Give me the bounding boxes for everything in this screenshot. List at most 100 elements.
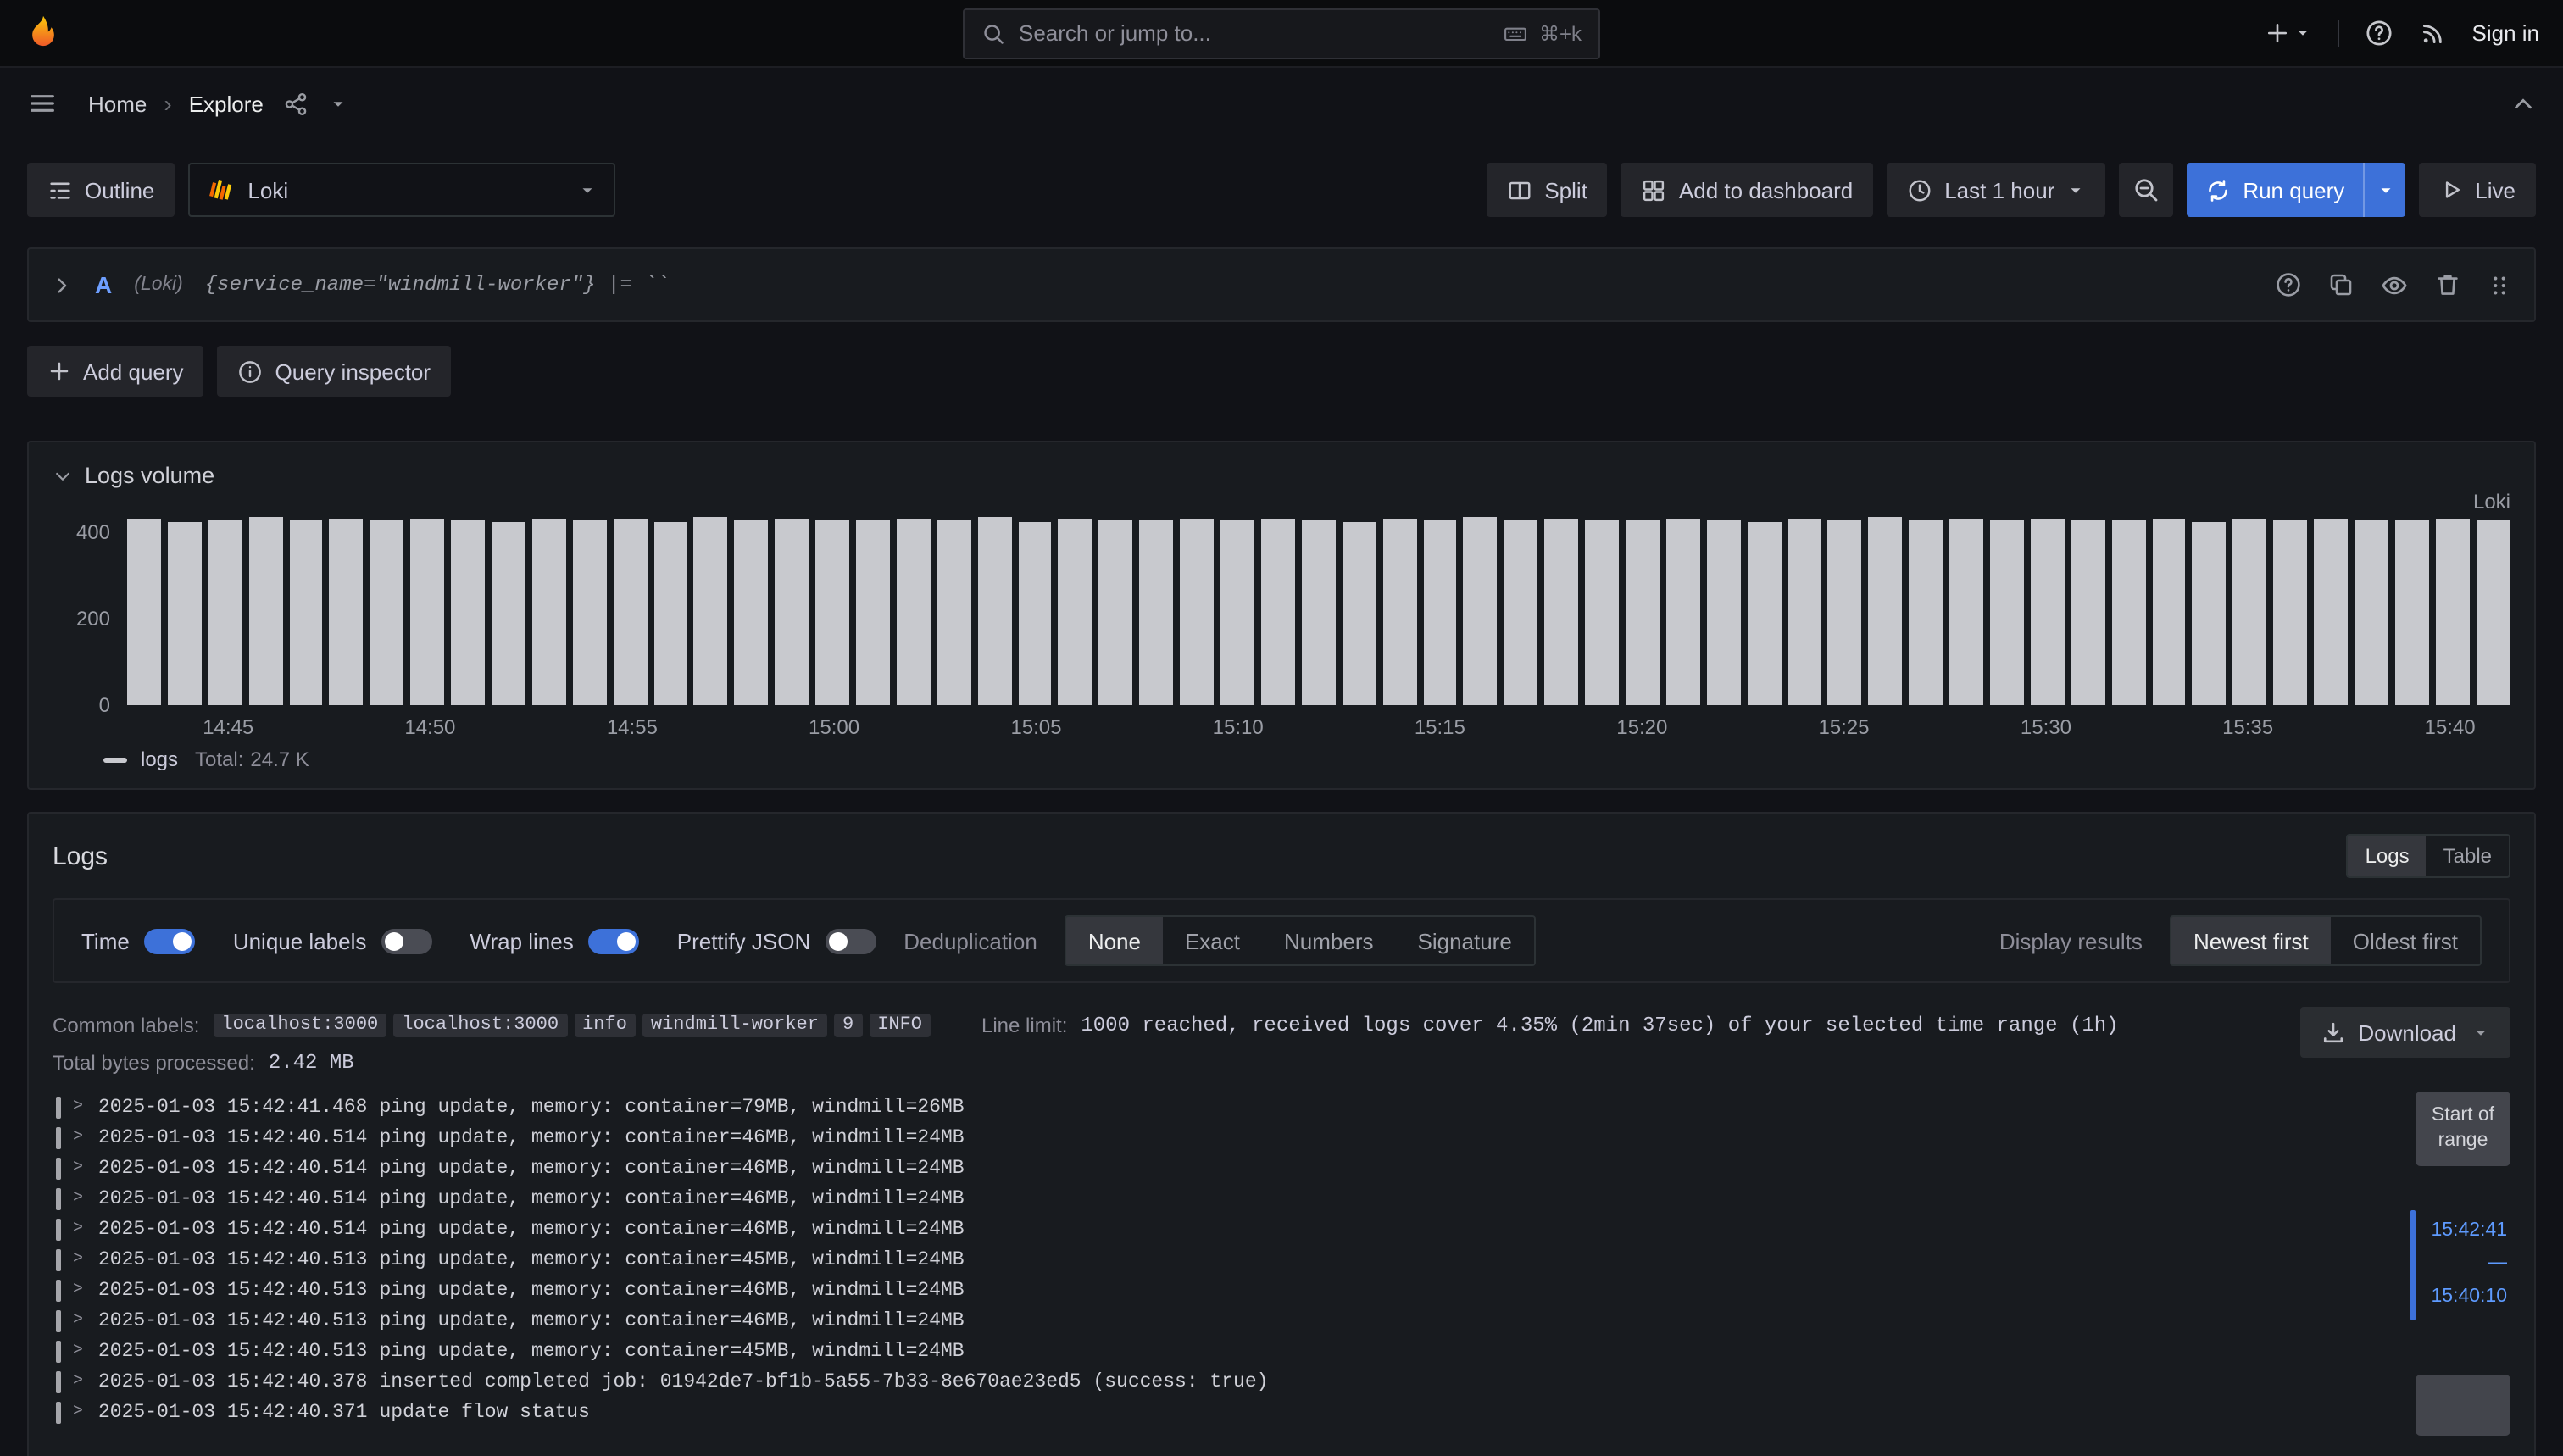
volume-bar (977, 517, 1011, 705)
option-logs[interactable]: Logs (2349, 836, 2427, 876)
breadcrumb-caret-button[interactable] (330, 94, 348, 113)
expand-log-icon[interactable]: > (73, 1403, 86, 1421)
split-label: Split (1544, 177, 1587, 203)
outline-button[interactable]: Outline (27, 163, 175, 217)
toggle[interactable] (589, 928, 640, 953)
option-table[interactable]: Table (2427, 836, 2509, 876)
scroll-range-button[interactable] (2416, 1374, 2510, 1435)
volume-bar (1666, 518, 1700, 705)
split-button[interactable]: Split (1487, 163, 1608, 217)
volume-bar (2071, 520, 2105, 705)
log-level-indicator (56, 1401, 61, 1423)
collapse-section-icon[interactable] (53, 465, 73, 486)
expand-log-icon[interactable]: > (73, 1189, 86, 1208)
download-button[interactable]: Download (2300, 1007, 2510, 1058)
log-row[interactable]: >2025-01-03 15:42:40.378inserted complet… (53, 1366, 2388, 1397)
duplicate-query-icon[interactable] (2327, 271, 2355, 298)
zoom-out-button[interactable] (2119, 163, 2173, 217)
toggle[interactable] (826, 928, 876, 953)
log-row[interactable]: >2025-01-03 15:42:40.514ping update, mem… (53, 1214, 2388, 1244)
logs-controls: TimeUnique labelsWrap linesPrettify JSON… (53, 898, 2510, 983)
volume-bar (208, 520, 242, 705)
rss-icon (2420, 19, 2447, 47)
grafana-logo[interactable] (24, 14, 63, 53)
expand-log-icon[interactable]: > (73, 1281, 86, 1299)
add-query-button[interactable]: Add query (27, 346, 204, 397)
time-range-button[interactable]: Last 1 hour (1887, 163, 2105, 217)
chevron-down-icon (2471, 1023, 2490, 1042)
live-button[interactable]: Live (2419, 163, 2536, 217)
option-newest-first[interactable]: Newest first (2171, 917, 2331, 964)
run-query-label: Run query (2243, 177, 2344, 203)
toggle-knob (618, 931, 637, 950)
menu-toggle-button[interactable] (27, 88, 58, 119)
volume-bar (1018, 521, 1052, 705)
new-menu-button[interactable] (2266, 20, 2313, 46)
top-navigation: Search or jump to... ⌘+k Sign in (0, 0, 2563, 68)
log-row[interactable]: >2025-01-03 15:42:40.513ping update, mem… (53, 1275, 2388, 1305)
log-row[interactable]: >2025-01-03 15:42:40.514ping update, mem… (53, 1122, 2388, 1153)
expand-query-icon[interactable] (51, 274, 73, 296)
volume-bar (1220, 521, 1254, 705)
range-separator: — (2431, 1248, 2507, 1281)
add-to-dashboard-button[interactable]: Add to dashboard (1621, 163, 1873, 217)
query-inspector-button[interactable]: Query inspector (218, 346, 452, 397)
log-row[interactable]: >2025-01-03 15:42:40.371update flow stat… (53, 1397, 2388, 1427)
drag-handle-icon[interactable] (2487, 272, 2512, 297)
run-query-button[interactable]: Run query (2187, 163, 2405, 217)
expand-log-icon[interactable]: > (73, 1159, 86, 1177)
toggle[interactable] (381, 928, 432, 953)
x-axis-label: 15:35 (2222, 715, 2273, 739)
expand-log-icon[interactable]: > (73, 1311, 86, 1330)
log-row[interactable]: >2025-01-03 15:42:40.513ping update, mem… (53, 1244, 2388, 1275)
query-preview[interactable]: {service_name="windmill-worker"} |= `` (205, 273, 669, 297)
volume-bar (856, 521, 890, 705)
expand-log-icon[interactable]: > (73, 1342, 86, 1360)
log-row[interactable]: >2025-01-03 15:42:40.513ping update, mem… (53, 1336, 2388, 1366)
query-ref-id[interactable]: A (95, 271, 112, 298)
toggle[interactable] (145, 928, 196, 953)
volume-bar (2476, 520, 2510, 705)
option-numbers[interactable]: Numbers (1262, 917, 1396, 964)
expand-log-icon[interactable]: > (73, 1128, 86, 1147)
volume-bar (451, 520, 485, 705)
news-button[interactable] (2420, 19, 2447, 47)
expand-log-icon[interactable]: > (73, 1098, 86, 1116)
time-range-label: Last 1 hour (1944, 177, 2054, 203)
datasource-picker[interactable]: Loki (188, 163, 615, 217)
collapse-controls-button[interactable] (2510, 91, 2536, 116)
sign-in-button[interactable]: Sign in (2472, 20, 2540, 46)
volume-bar (289, 520, 323, 705)
option-none[interactable]: None (1066, 917, 1163, 964)
switch-label: Time (81, 928, 130, 953)
expand-log-icon[interactable]: > (73, 1250, 86, 1269)
search-icon (981, 21, 1005, 45)
search-bar[interactable]: Search or jump to... ⌘+k (963, 8, 1600, 58)
add-query-label: Add query (83, 358, 184, 384)
expand-log-icon[interactable]: > (73, 1220, 86, 1238)
hide-query-icon[interactable] (2380, 270, 2409, 299)
expand-log-icon[interactable]: > (73, 1372, 86, 1391)
log-message: ping update, memory: container=46MB, win… (379, 1157, 964, 1179)
share-button[interactable] (284, 91, 309, 116)
option-exact[interactable]: Exact (1163, 917, 1262, 964)
query-help-icon[interactable] (2275, 271, 2302, 298)
log-row[interactable]: >2025-01-03 15:42:40.514ping update, mem… (53, 1183, 2388, 1214)
run-query-options-caret[interactable] (2363, 163, 2405, 217)
breadcrumb-home[interactable]: Home (88, 91, 147, 116)
remove-query-icon[interactable] (2434, 271, 2461, 298)
range-times[interactable]: 15:42:41 — 15:40:10 (2410, 1210, 2510, 1320)
start-of-range-button[interactable]: Start of range (2416, 1092, 2510, 1166)
volume-bar (1140, 520, 1174, 705)
option-signature[interactable]: Signature (1396, 917, 1534, 964)
log-row[interactable]: >2025-01-03 15:42:40.514ping update, mem… (53, 1153, 2388, 1183)
log-row[interactable]: >2025-01-03 15:42:41.468ping update, mem… (53, 1092, 2388, 1122)
legend-series-name[interactable]: logs (141, 747, 178, 771)
query-inspector-label: Query inspector (275, 358, 431, 384)
loki-logo-icon (207, 176, 234, 203)
log-row[interactable]: >2025-01-03 15:42:40.513ping update, mem… (53, 1305, 2388, 1336)
help-button[interactable] (2366, 19, 2394, 47)
query-row-actions (2275, 270, 2512, 299)
option-oldest-first[interactable]: Oldest first (2331, 917, 2480, 964)
x-axis-label: 15:10 (1213, 715, 1264, 739)
